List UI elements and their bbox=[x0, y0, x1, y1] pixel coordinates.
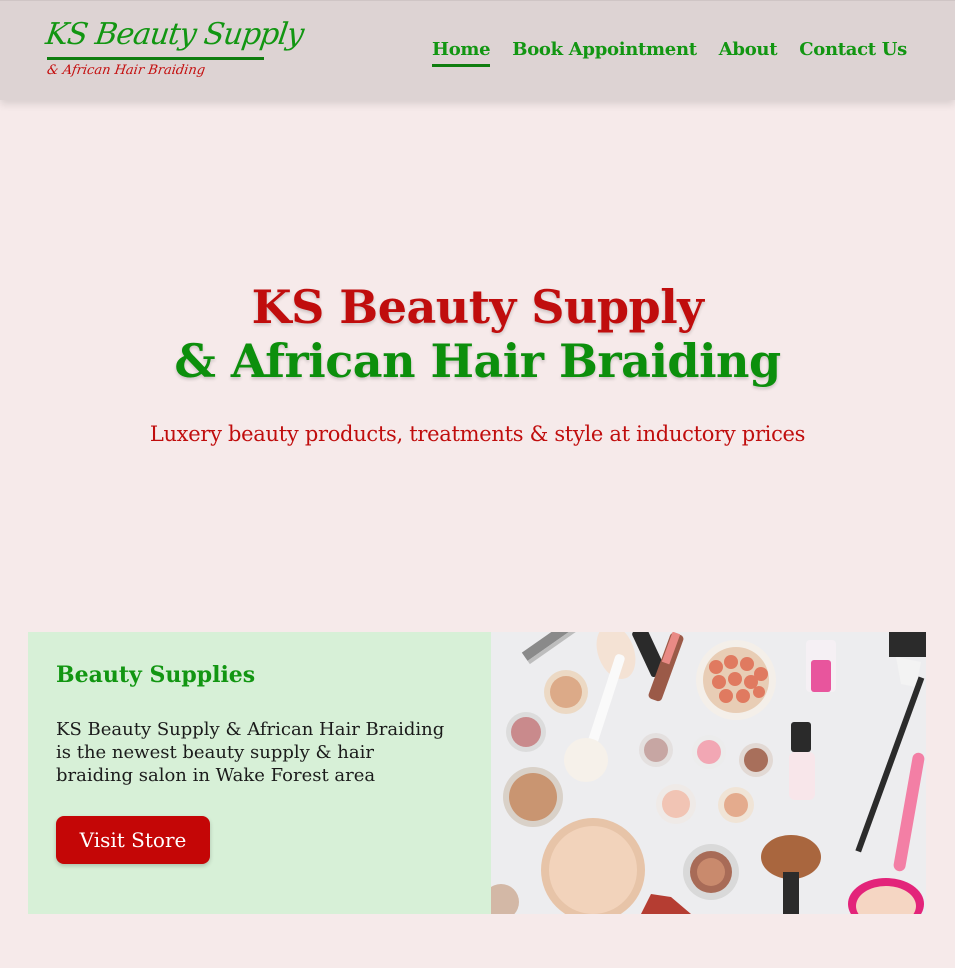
nav-home[interactable]: Home bbox=[431, 39, 491, 67]
hero-title-line2: & African Hair Braiding bbox=[174, 334, 781, 388]
site-header: KS Beauty Supply & African Hair Braiding… bbox=[0, 0, 955, 100]
card-content: Beauty Supplies KS Beauty Supply & Afric… bbox=[28, 632, 491, 914]
cosmetics-image bbox=[491, 632, 926, 914]
beauty-supplies-card: Beauty Supplies KS Beauty Supply & Afric… bbox=[28, 632, 926, 914]
hero-subtitle: Luxery beauty products, treatments & sty… bbox=[149, 422, 806, 446]
card-title: Beauty Supplies bbox=[56, 662, 256, 688]
hero-section: KS Beauty Supply & African Hair Braiding… bbox=[0, 280, 955, 446]
site-logo[interactable]: KS Beauty Supply & African Hair Braiding bbox=[44, 15, 306, 87]
card-description: KS Beauty Supply & African Hair Braiding… bbox=[56, 719, 445, 786]
logo-underline bbox=[47, 57, 264, 60]
visit-store-button[interactable]: Visit Store bbox=[56, 816, 210, 864]
logo-subtitle: & African Hair Braiding bbox=[45, 63, 207, 78]
hero-title-line1: KS Beauty Supply bbox=[251, 280, 704, 334]
nav-book-appointment[interactable]: Book Appointment bbox=[512, 39, 697, 64]
main-nav: Home Book Appointment About Contact Us bbox=[431, 39, 907, 67]
logo-title: KS Beauty Supply bbox=[43, 17, 306, 52]
nav-about[interactable]: About bbox=[719, 39, 778, 64]
nav-contact-us[interactable]: Contact Us bbox=[799, 39, 907, 64]
